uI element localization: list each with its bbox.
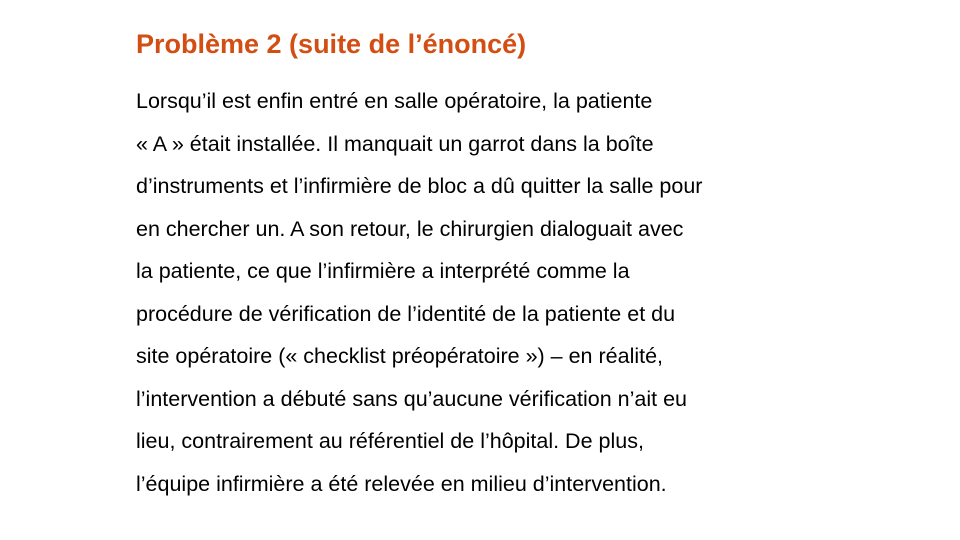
body-line: site opératoire (« checklist préopératoi…: [136, 344, 664, 368]
body-line: d’instruments et l’infirmière de bloc a …: [136, 174, 703, 198]
body-line: Lorsqu’il est enfin entré en salle opéra…: [136, 89, 653, 113]
body-line: l’intervention a débuté sans qu’aucune v…: [136, 386, 688, 411]
slide-title: Problème 2 (suite de l’énoncé): [136, 29, 527, 59]
slide-body: Lorsqu’il est enfin entré en salle opéra…: [136, 80, 936, 505]
slide: Problème 2 (suite de l’énoncé) Lorsqu’il…: [0, 0, 960, 540]
body-line: la patiente, ce que l’infirmière a inter…: [136, 259, 630, 283]
body-line: « A » était installée. Il manquait un ga…: [136, 131, 654, 156]
body-line: procédure de vérification de l’identité …: [136, 301, 676, 326]
body-line: l’équipe infirmière a été relevée en mil…: [136, 471, 667, 496]
body-line: lieu, contrairement au référentiel de l’…: [136, 429, 644, 453]
body-line: en chercher un. A son retour, le chirurg…: [136, 216, 684, 241]
